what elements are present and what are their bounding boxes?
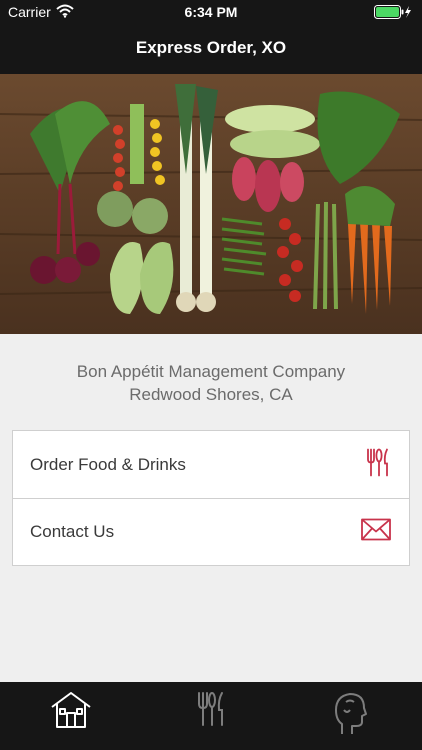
- status-time: 6:34 PM: [184, 4, 238, 20]
- order-food-label: Order Food & Drinks: [30, 454, 186, 474]
- action-menu: Order Food & Drinks Contact Us: [12, 430, 410, 566]
- home-icon: [41, 690, 101, 730]
- envelope-icon: [361, 518, 391, 546]
- order-food-button[interactable]: Order Food & Drinks: [13, 431, 409, 498]
- fork-knife-icon: [181, 690, 241, 728]
- page-title: Express Order, XO: [135, 38, 287, 57]
- company-info: Bon Appétit Management Company Redwood S…: [0, 360, 422, 406]
- battery-charging-icon: [374, 5, 412, 22]
- company-location: Redwood Shores, CA: [129, 385, 293, 404]
- hero-image: [0, 74, 422, 334]
- tab-order[interactable]: [181, 690, 241, 740]
- fork-knife-icon: [365, 447, 391, 482]
- profile-icon: [320, 690, 380, 736]
- company-name: Bon Appétit Management Company: [76, 362, 346, 381]
- tab-home[interactable]: [41, 690, 101, 740]
- nav-bar: Express Order, XO: [0, 24, 422, 74]
- tab-profile[interactable]: [320, 690, 380, 740]
- contact-us-label: Contact Us: [30, 522, 115, 541]
- tab-bar: [0, 682, 422, 750]
- contact-us-button[interactable]: Contact Us: [13, 498, 409, 565]
- status-bar: Carrier 6:34 PM: [0, 0, 422, 24]
